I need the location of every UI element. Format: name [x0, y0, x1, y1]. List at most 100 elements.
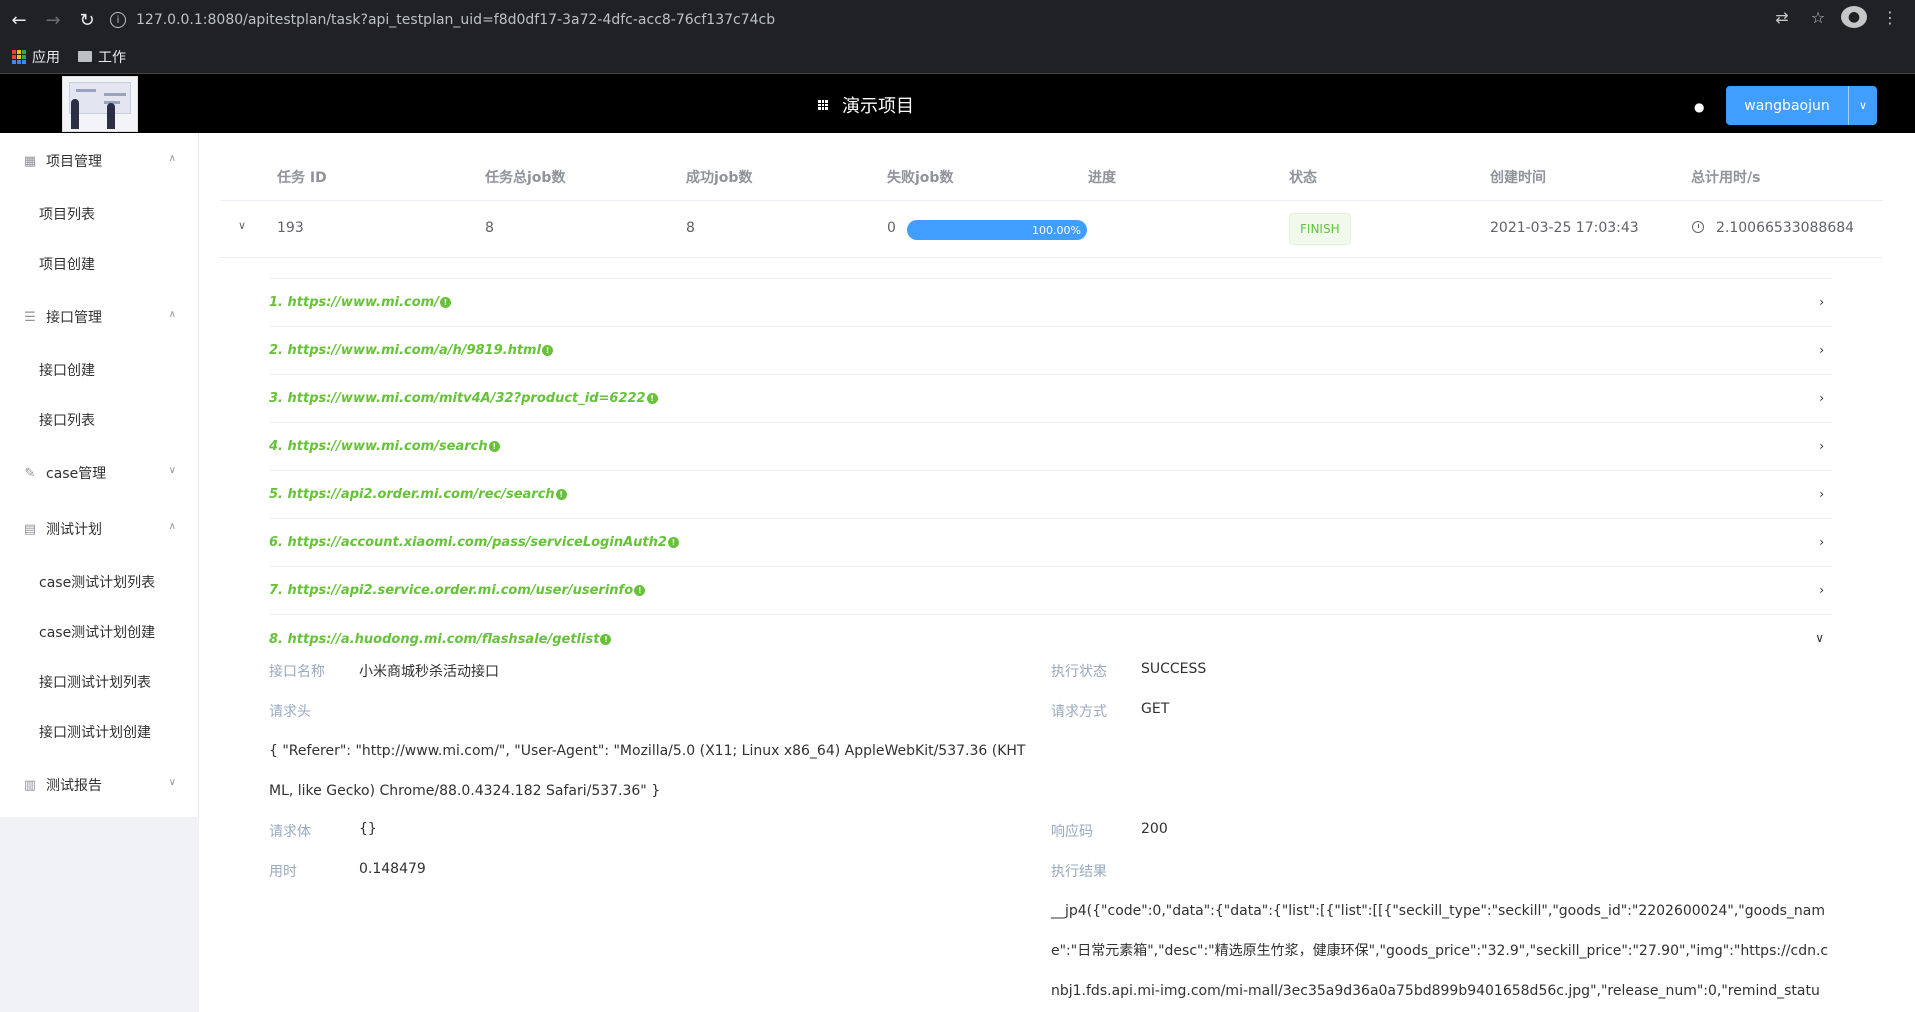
chevron-right-icon: ›	[1819, 295, 1824, 309]
bar-chart-icon: ▥	[23, 777, 37, 793]
sidebar-group-report[interactable]: ▥ 测试报告 ∨	[0, 757, 198, 813]
info-icon: !	[646, 393, 658, 404]
header-duration: 总计用时/s	[1691, 170, 1761, 186]
method: GET	[1141, 701, 1170, 717]
logo[interactable]	[62, 76, 138, 132]
chevron-up-icon: ∧	[168, 521, 176, 532]
failed-jobs: 0	[887, 220, 896, 236]
chevron-right-icon: ›	[1819, 391, 1824, 405]
user-menu-button[interactable]: wangbaojun ∨	[1726, 86, 1877, 125]
address-bar[interactable]: i 127.0.0.1:8080/apitestplan/task?api_te…	[110, 8, 775, 32]
more-icon[interactable]: ⋮	[1877, 8, 1903, 27]
headers-label: 请求头	[269, 704, 311, 720]
list-icon: ☰	[24, 309, 36, 325]
method-label: 请求方式	[1051, 704, 1107, 720]
main-content: 任务 ID 任务总job数 成功job数 失败job数 进度 状态 创建时间 总…	[200, 133, 1905, 1012]
sidebar-group-case[interactable]: ✎ case管理 ∨	[0, 445, 198, 501]
folder-icon	[78, 51, 92, 62]
header-failed-jobs: 失败job数	[887, 170, 954, 186]
bookmark-work[interactable]: 工作	[78, 47, 126, 67]
exec-status-label: 执行状态	[1051, 664, 1107, 680]
edit-icon: ✎	[24, 465, 36, 481]
status-badge: FINISH	[1289, 213, 1351, 245]
info-icon: !	[634, 585, 646, 596]
table-header: 任务 ID 任务总job数 成功job数 失败job数 进度 状态 创建时间 总…	[220, 133, 1883, 201]
job-list: 1. https://www.mi.com/! › 2. https://www…	[269, 278, 1832, 663]
username: wangbaojun	[1726, 86, 1849, 125]
bookmarks-bar: 应用 工作	[0, 40, 126, 73]
time-label: 用时	[269, 864, 297, 880]
sidebar-group-testplan[interactable]: ▤ 测试计划 ∧	[0, 501, 198, 557]
header-created-at: 创建时间	[1490, 170, 1546, 186]
browser-actions: ⇄ ☆ ● ⋮	[1769, 6, 1903, 28]
created-at: 2021-03-25 17:03:43	[1490, 220, 1639, 236]
clock-icon	[1692, 221, 1704, 233]
sidebar-item-api-create[interactable]: 接口创建	[0, 345, 198, 395]
chevron-down-icon[interactable]: ∨	[238, 219, 246, 232]
forward-icon[interactable]: →	[38, 5, 68, 35]
user-icon: ●	[1694, 100, 1705, 114]
sidebar-item-api-plan-create[interactable]: 接口测试计划创建	[0, 707, 198, 757]
sidebar: ▦ 项目管理 ∧ 项目列表 项目创建 ☰ 接口管理 ∧ 接口创建 接口列表 ✎ …	[0, 133, 199, 1012]
info-icon: !	[439, 297, 451, 308]
job-item-1[interactable]: 1. https://www.mi.com/! ›	[269, 279, 1832, 327]
apps-icon	[12, 49, 26, 64]
url-text: 127.0.0.1:8080/apitestplan/task?api_test…	[136, 12, 776, 28]
header-success-jobs: 成功job数	[686, 170, 753, 186]
api-name: 小米商城秒杀活动接口	[359, 664, 499, 680]
header-progress: 进度	[1088, 170, 1116, 186]
job-item-2[interactable]: 2. https://www.mi.com/a/h/9819.html! ›	[269, 327, 1832, 375]
job-item-3[interactable]: 3. https://www.mi.com/mitv4A/32?product_…	[269, 375, 1832, 423]
headers-value: { "Referer": "http://www.mi.com/", "User…	[269, 743, 1026, 799]
chevron-up-icon: ∧	[168, 309, 176, 320]
star-icon[interactable]: ☆	[1805, 8, 1831, 27]
job-item-7[interactable]: 7. https://api2.service.order.mi.com/use…	[269, 567, 1832, 615]
chevron-down-icon[interactable]: ∨	[1849, 99, 1877, 112]
bookmark-apps[interactable]: 应用	[12, 47, 60, 67]
site-info-icon[interactable]: i	[110, 12, 126, 28]
success-jobs: 8	[686, 220, 695, 236]
chevron-up-icon: ∧	[168, 153, 176, 164]
sidebar-item-case-plan-list[interactable]: case测试计划列表	[0, 557, 198, 607]
total-jobs: 8	[485, 220, 494, 236]
sidebar-item-api-plan-list[interactable]: 接口测试计划列表	[0, 657, 198, 707]
document-icon: ▤	[23, 521, 37, 537]
result-label: 执行结果	[1051, 864, 1107, 880]
job-item-8[interactable]: 8. https://a.huodong.mi.com/flashsale/ge…	[269, 615, 1832, 663]
header-status: 状态	[1289, 170, 1317, 186]
sidebar-group-api[interactable]: ☰ 接口管理 ∧	[0, 289, 198, 345]
task-id: 193	[277, 220, 304, 236]
info-icon: !	[542, 345, 554, 356]
info-icon: !	[555, 489, 567, 500]
browser-chrome: ← → ↻ i 127.0.0.1:8080/apitestplan/task?…	[0, 0, 1915, 73]
chevron-right-icon: ›	[1819, 535, 1824, 549]
chevron-down-icon: ∨	[1815, 631, 1824, 645]
sidebar-item-case-plan-create[interactable]: case测试计划创建	[0, 607, 198, 657]
sidebar-item-project-create[interactable]: 项目创建	[0, 239, 198, 289]
job-item-5[interactable]: 5. https://api2.order.mi.com/rec/search!…	[269, 471, 1832, 519]
header-total-jobs: 任务总job数	[485, 170, 566, 186]
back-icon[interactable]: ←	[4, 5, 34, 35]
info-icon: !	[667, 537, 679, 548]
job-item-4[interactable]: 4. https://www.mi.com/search! ›	[269, 423, 1832, 471]
grid-icon	[818, 100, 828, 110]
job-item-6[interactable]: 6. https://account.xiaomi.com/pass/servi…	[269, 519, 1832, 567]
progress-text: 100.00%	[1032, 223, 1081, 237]
sidebar-group-project[interactable]: ▦ 项目管理 ∧	[0, 133, 198, 189]
table-row[interactable]: ∨ 193 8 8 0 100.00% FINISH 2021-03-25 17…	[220, 201, 1883, 258]
body-value: {}	[359, 821, 377, 837]
body-label: 请求体	[269, 824, 311, 840]
info-icon: !	[600, 633, 612, 645]
app-header: 演示项目 ● wangbaojun ∨	[0, 73, 1915, 133]
progress-bar: 100.00%	[907, 220, 1087, 240]
result-value: __jp4({"code":0,"data":{"data":{"list":[…	[1051, 903, 1829, 999]
project-title[interactable]: 演示项目	[818, 92, 914, 118]
sidebar-item-project-list[interactable]: 项目列表	[0, 189, 198, 239]
info-icon: !	[488, 441, 500, 452]
chevron-down-icon: ∨	[168, 465, 176, 476]
reload-icon[interactable]: ↻	[72, 5, 102, 35]
profile-icon[interactable]: ●	[1841, 6, 1867, 28]
sidebar-item-api-list[interactable]: 接口列表	[0, 395, 198, 445]
resp-code-label: 响应码	[1051, 824, 1093, 840]
translate-icon[interactable]: ⇄	[1769, 8, 1795, 27]
